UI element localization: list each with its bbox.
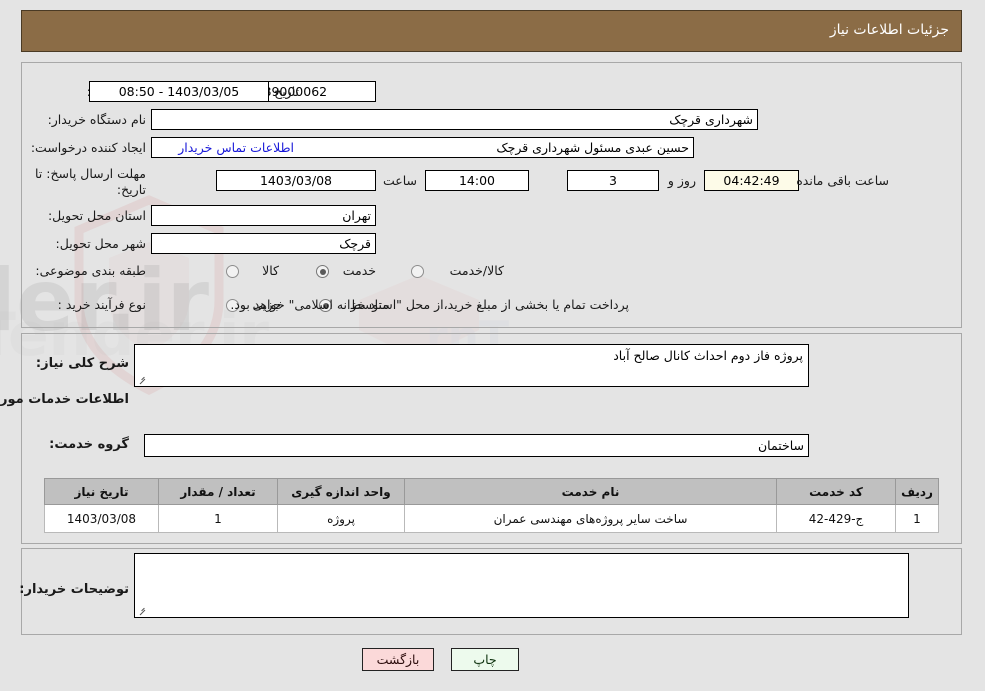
payment-note: پرداخت تمام یا بخشی از مبلغ خرید،از محل …	[231, 297, 630, 312]
table-header-row: ردیف کد خدمت نام خدمت واحد اندازه گیری ت…	[45, 478, 940, 505]
buyer-notes-textarea[interactable]	[135, 553, 910, 618]
city-value: قرچک	[152, 233, 377, 254]
radio-category-kala-khedmat[interactable]	[412, 265, 425, 278]
table-row: 1 ج-429-42 ساخت سایر پروژه‌های مهندسی عم…	[45, 504, 940, 533]
page-title: جزئیات اطلاعات نیاز	[830, 22, 950, 38]
days-value: 3	[568, 170, 660, 191]
cell-need-date: 1403/03/08	[45, 504, 160, 533]
page-header-bar: جزئیات اطلاعات نیاز	[22, 10, 963, 52]
cell-code: ج-429-42	[777, 504, 897, 533]
cell-qty: 1	[159, 504, 279, 533]
city-label: شهر محل تحویل:	[56, 236, 147, 251]
col-code: کد خدمت	[777, 478, 897, 505]
service-group-value: ساختمان	[145, 434, 810, 457]
col-unit: واحد اندازه گیری	[278, 478, 406, 505]
resize-grip-icon	[139, 605, 149, 615]
radio-category-kala-label: کالا	[263, 263, 280, 278]
radio-category-kala-khedmat-label: کالا/خدمت	[450, 263, 505, 278]
page-root: جزئیات اطلاعات نیاز شماره نیاز: 11030951…	[0, 0, 985, 691]
cell-name: ساخت سایر پروژه‌های مهندسی عمران	[405, 504, 778, 533]
radio-category-khedmat-label: خدمت	[343, 263, 377, 278]
general-desc-value: پروژه فاز دوم احداث کانال صالح آباد	[614, 348, 804, 363]
radio-category-kala[interactable]	[227, 265, 240, 278]
general-desc-textarea[interactable]: پروژه فاز دوم احداث کانال صالح آباد	[135, 344, 810, 387]
province-value: تهران	[152, 205, 377, 226]
announce-datetime-value: 1403/03/05 - 08:50	[90, 81, 270, 102]
province-label: استان محل تحویل:	[48, 208, 147, 223]
process-type-label: نوع فرآیند خرید :	[58, 297, 147, 312]
deadline-label: مهلت ارسال پاسخ: تا تاریخ:	[36, 166, 147, 197]
services-section-title: اطلاعات خدمات مورد نیاز	[0, 392, 130, 407]
cell-unit: پروژه	[278, 504, 406, 533]
col-radif: ردیف	[896, 478, 940, 505]
back-button[interactable]: بازگشت	[363, 648, 435, 671]
buyer-contact-link[interactable]: اطلاعات تماس خریدار	[179, 140, 295, 156]
buyer-notes-label: توضیحات خریدار:	[20, 582, 130, 597]
deadline-date-value: 1403/03/08	[217, 170, 377, 191]
countdown-value: 04:42:49	[705, 170, 800, 191]
buyer-org-value: شهرداری قرچک	[152, 109, 759, 130]
general-desc-label: شرح کلی نیاز:	[36, 356, 130, 371]
col-need-date: تاریخ نیاز	[45, 478, 160, 505]
radio-category-khedmat[interactable]	[317, 265, 330, 278]
col-qty: تعداد / مقدار	[159, 478, 279, 505]
category-label: طبقه بندی موضوعی:	[36, 263, 147, 278]
cell-radif: 1	[896, 504, 940, 533]
hour-value: 14:00	[426, 170, 530, 191]
services-table: ردیف کد خدمت نام خدمت واحد اندازه گیری ت…	[45, 478, 940, 533]
days-unit-label: روز و	[668, 173, 697, 188]
resize-grip-icon	[139, 374, 149, 384]
hour-label: ساعت	[383, 173, 418, 188]
requester-label: ایجاد کننده درخواست:	[31, 140, 147, 155]
countdown-unit-label: ساعت باقی مانده	[797, 173, 890, 188]
service-group-label: گروه خدمت:	[50, 437, 130, 452]
col-name: نام خدمت	[405, 478, 778, 505]
print-button[interactable]: چاپ	[452, 648, 520, 671]
buyer-org-label: نام دستگاه خریدار:	[48, 112, 147, 127]
